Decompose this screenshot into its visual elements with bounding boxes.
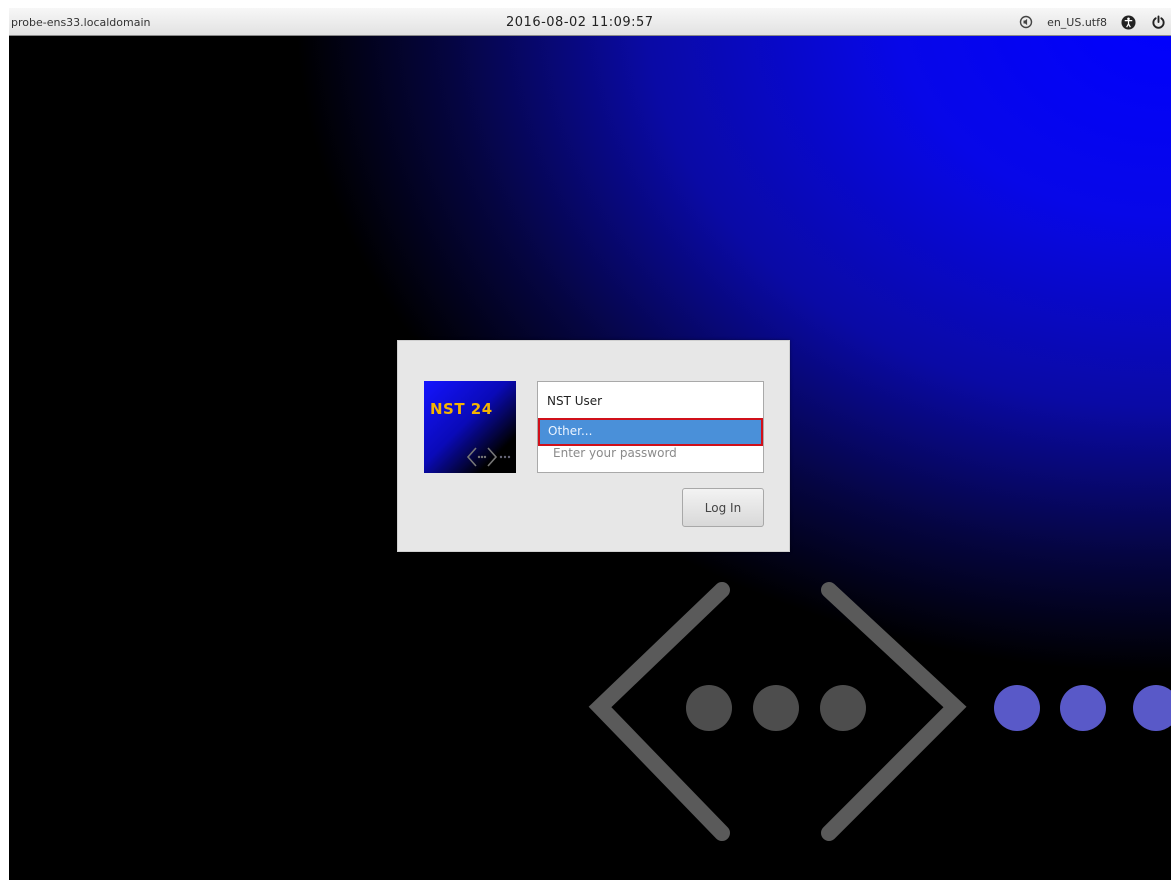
hostname-label: probe-ens33.localdomain (11, 16, 151, 29)
top-panel: probe-ens33.localdomain 2016-08-02 11:09… (9, 8, 1171, 36)
distro-logo: NST 24 (424, 381, 516, 473)
user-list-item-other[interactable]: Other... (538, 418, 763, 446)
user-list-item-nst-user[interactable]: NST User (539, 390, 761, 412)
watermark-dot (686, 685, 732, 731)
watermark-dot (994, 685, 1040, 731)
password-field[interactable] (540, 443, 760, 463)
watermark-dot (753, 685, 799, 731)
audio-icon[interactable] (1017, 13, 1035, 31)
user-list: NST User Other... (537, 381, 764, 473)
logo-mark-icon (466, 447, 511, 467)
login-button[interactable]: Log In (682, 488, 764, 527)
watermark-dot (1133, 685, 1171, 731)
power-icon[interactable] (1149, 13, 1167, 31)
clock[interactable]: 2016-08-02 11:09:57 (506, 15, 654, 30)
accessibility-icon[interactable] (1119, 13, 1137, 31)
watermark-dot (820, 685, 866, 731)
login-dialog: NST 24 NST User Other... Log In (397, 340, 790, 552)
watermark-dot (1060, 685, 1106, 731)
system-tray: en_US.utf8 (1005, 12, 1171, 32)
locale-selector[interactable]: en_US.utf8 (1047, 16, 1107, 29)
login-screen: probe-ens33.localdomain 2016-08-02 11:09… (9, 8, 1171, 880)
